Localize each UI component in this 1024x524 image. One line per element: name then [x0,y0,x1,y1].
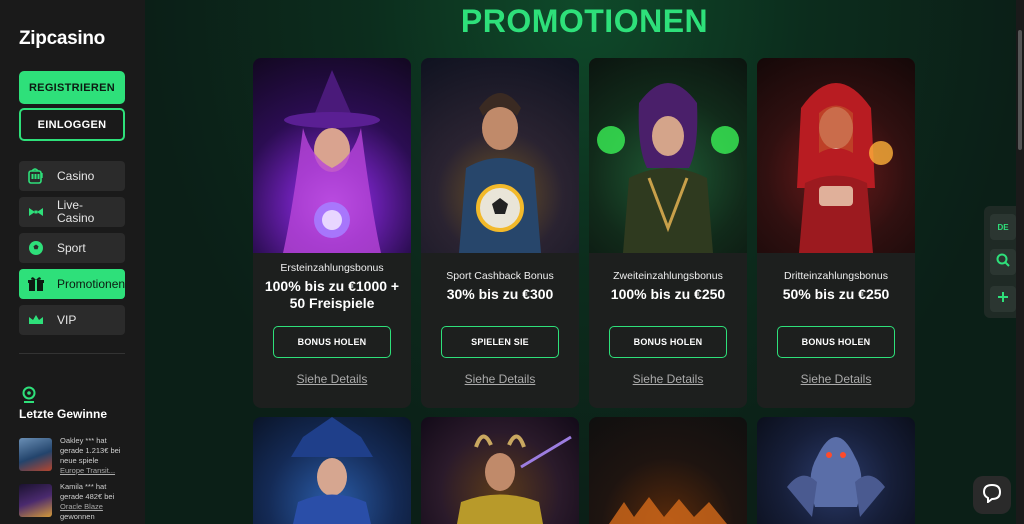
bonus-button[interactable]: BONUS HOLEN [609,326,727,358]
sidebar-item-promotions[interactable]: Promotionen [19,269,125,299]
sidebar-item-vip[interactable]: VIP [19,305,125,335]
soccer-ball-icon [27,239,45,257]
promo-card: Ersteinzahlungsbonus 100% bis zu €1000 +… [253,58,411,408]
details-link[interactable]: Siehe Details [253,372,411,386]
promo-subtitle: Zweiteinzahlungsbonus [613,270,723,282]
winner-name: Kamila *** hat [60,482,107,491]
add-button[interactable] [990,286,1016,312]
page-title: PROMOTIONEN [460,3,709,39]
winner-item[interactable]: Oakley *** hat gerade 1.213€ bei neue sp… [19,436,134,475]
login-button[interactable]: EINLOGGEN [19,108,125,141]
sidebar-item-label: Promotionen [57,276,125,291]
bowtie-icon [27,203,45,221]
sidebar: Zipcasino REGISTRIEREN EINLOGGEN Casino … [0,0,145,524]
details-link[interactable]: Siehe Details [421,372,579,386]
winner-game-link[interactable]: Oracle Blaze [60,502,138,512]
winner-category: neue spiele [60,456,99,465]
scrollbar-thumb[interactable] [1018,30,1022,150]
language-button[interactable]: DE [990,214,1016,240]
bonus-button[interactable]: BONUS HOLEN [273,326,391,358]
winner-name: Oakley *** hat [60,436,107,445]
promo-headline: 50% bis zu €250 [782,286,890,302]
logo-prefix: Zip [19,28,47,49]
right-tool-rail: DE [984,206,1020,318]
winner-suffix: gewonnen [60,512,95,521]
page-scrollbar[interactable] [1016,0,1024,524]
play-button[interactable]: SPIELEN SIE [441,326,559,358]
promo-card-preview[interactable] [757,417,915,524]
logo[interactable]: Zipcasino [19,28,105,50]
promo-card: Zweiteinzahlungsbonus 100% bis zu €250 B… [589,58,747,408]
sidebar-item-live-casino[interactable]: Live- Casino [19,197,125,227]
game-thumbnail [19,438,52,471]
promo-image-soccer [421,58,579,253]
language-label: DE [997,222,1009,232]
search-icon [996,253,1010,272]
sidebar-item-casino[interactable]: Casino [19,161,125,191]
crown-icon [27,311,45,329]
register-button[interactable]: REGISTRIEREN [19,71,125,104]
logo-suffix: casino [46,28,106,49]
sidebar-item-label: Sport [57,240,86,255]
slot-machine-icon [27,167,45,185]
promo-headline: 100% bis zu €1000 + 50 Freispiele [264,278,400,311]
sidebar-divider [19,353,125,354]
chat-button[interactable] [973,476,1011,514]
sidebar-item-label: Live- Casino [57,198,95,225]
promo-subtitle: Ersteinzahlungsbonus [280,262,384,274]
promo-image-sorceress [589,58,747,253]
plus-icon [997,290,1009,308]
recent-wins-title: Letzte Gewinne [19,407,108,421]
search-button[interactable] [990,249,1016,275]
promo-subtitle: Sport Cashback Bonus [446,270,554,282]
game-thumbnail [19,484,52,517]
promo-image-witch [253,58,411,253]
promo-subtitle: Dritteinzahlungsbonus [784,270,888,282]
promo-image-red-hood [757,58,915,253]
sidebar-item-label: VIP [57,312,77,327]
promo-card-preview[interactable] [421,417,579,524]
location-pin-icon [21,386,37,409]
bonus-button[interactable]: BONUS HOLEN [777,326,895,358]
promo-card-preview[interactable] [253,417,411,524]
details-link[interactable]: Siehe Details [589,372,747,386]
promo-card: Sport Cashback Bonus 30% bis zu €300 SPI… [421,58,579,408]
promo-card: Dritteinzahlungsbonus 50% bis zu €250 BO… [757,58,915,408]
winner-item[interactable]: Kamila *** hat gerade 482€ bei Oracle Bl… [19,482,134,521]
promo-card-preview[interactable] [589,417,747,524]
winner-amount: gerade 482€ bei [60,492,115,501]
sidebar-item-sport[interactable]: Sport [19,233,125,263]
promo-headline: 100% bis zu €250 [610,286,726,302]
chat-bubble-icon [982,483,1002,508]
sidebar-item-label: Casino [57,168,95,183]
winner-game-link[interactable]: Europe Transit... [60,466,138,476]
main-content: PROMOTIONEN Ersteinzahlungsbonus 100% bi… [145,0,1024,524]
promo-headline: 30% bis zu €300 [446,286,554,302]
gift-icon [27,275,45,293]
details-link[interactable]: Siehe Details [757,372,915,386]
winner-amount: gerade 1.213€ bei [60,446,121,455]
